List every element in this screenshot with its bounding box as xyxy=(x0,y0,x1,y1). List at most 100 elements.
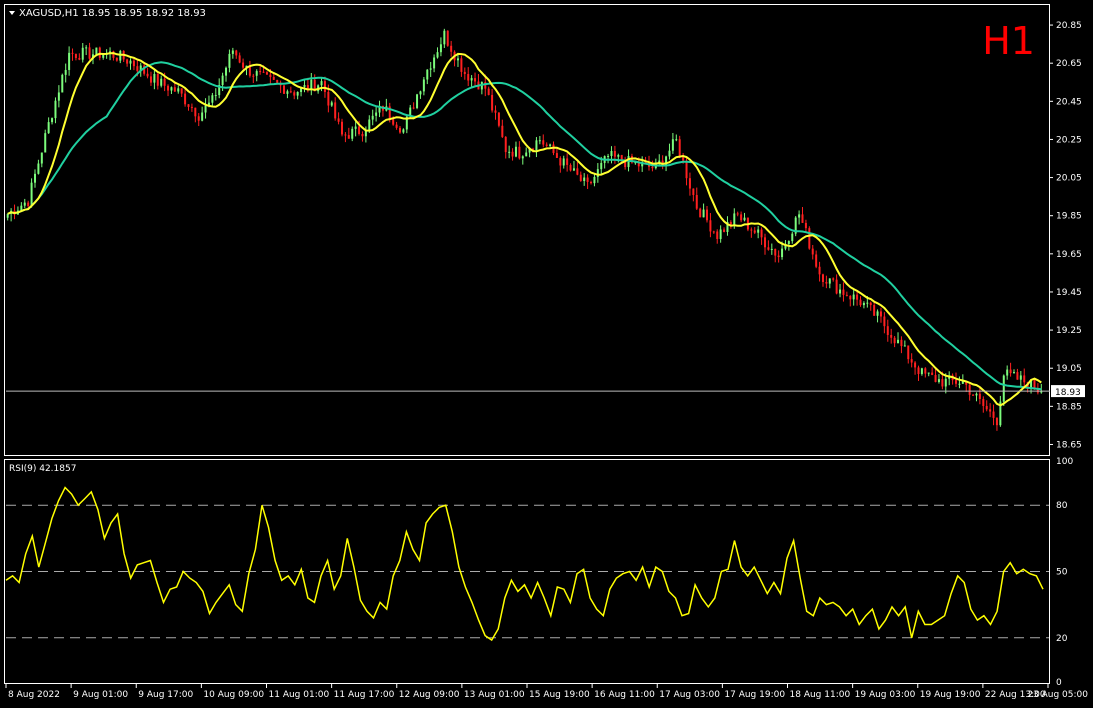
candle-body[interactable] xyxy=(470,78,473,81)
candle-body[interactable] xyxy=(760,229,763,238)
price-pane[interactable] xyxy=(6,28,1050,431)
candle-body[interactable] xyxy=(995,417,998,426)
candle-body[interactable] xyxy=(593,176,596,184)
candle-body[interactable] xyxy=(723,229,726,232)
candle-body[interactable] xyxy=(74,53,77,58)
candle-body[interactable] xyxy=(733,213,736,225)
candle-body[interactable] xyxy=(149,76,152,83)
candle-body[interactable] xyxy=(757,229,760,233)
candle-body[interactable] xyxy=(924,368,927,374)
chart-canvas[interactable]: 18.93 20.85 20.65 20.45 20.25 20.05 19.85 19.65… xyxy=(0,0,1093,708)
candle-body[interactable] xyxy=(613,151,616,157)
candle-body[interactable] xyxy=(982,398,985,406)
slow-ma-line[interactable] xyxy=(7,61,1042,391)
candle-body[interactable] xyxy=(327,91,330,106)
candle-body[interactable] xyxy=(804,222,807,229)
candle-body[interactable] xyxy=(815,254,818,267)
candle-body[interactable] xyxy=(538,140,541,142)
candle-body[interactable] xyxy=(467,74,470,81)
candle-body[interactable] xyxy=(334,102,337,119)
candle-body[interactable] xyxy=(521,156,524,159)
candle-body[interactable] xyxy=(293,92,296,96)
candle-body[interactable] xyxy=(354,126,357,129)
candle-body[interactable] xyxy=(941,379,944,387)
candle-body[interactable] xyxy=(781,248,784,258)
candle-body[interactable] xyxy=(883,316,886,327)
candle-body[interactable] xyxy=(869,302,872,306)
candle-body[interactable] xyxy=(1002,375,1005,402)
candle-body[interactable] xyxy=(402,129,405,133)
candle-body[interactable] xyxy=(419,91,422,95)
candle-body[interactable] xyxy=(1006,369,1009,376)
candle-body[interactable] xyxy=(716,231,719,239)
candle-body[interactable] xyxy=(30,182,33,207)
candle-body[interactable] xyxy=(879,311,882,317)
candle-body[interactable] xyxy=(504,136,507,153)
candle-body[interactable] xyxy=(265,72,268,75)
candle-body[interactable] xyxy=(934,374,937,383)
candle-body[interactable] xyxy=(876,311,879,316)
candle-body[interactable] xyxy=(156,73,159,86)
candle-body[interactable] xyxy=(173,87,176,92)
candle-body[interactable] xyxy=(276,79,279,83)
candle-body[interactable] xyxy=(579,174,582,181)
menu-triangle-icon[interactable] xyxy=(9,11,15,15)
candle-body[interactable] xyxy=(344,134,347,136)
candle-body[interactable] xyxy=(85,47,88,49)
candle-body[interactable] xyxy=(426,69,429,80)
candle-body[interactable] xyxy=(944,378,947,387)
candle-body[interactable] xyxy=(607,156,610,158)
candle-body[interactable] xyxy=(47,122,50,134)
candle-body[interactable] xyxy=(862,302,865,306)
candle-body[interactable] xyxy=(487,88,490,95)
candle-body[interactable] xyxy=(337,118,340,122)
candle-body[interactable] xyxy=(51,118,54,123)
candle-body[interactable] xyxy=(78,57,81,60)
candle-body[interactable] xyxy=(893,337,896,344)
candle-body[interactable] xyxy=(989,409,992,412)
candle-body[interactable] xyxy=(180,88,183,94)
candle-body[interactable] xyxy=(671,139,674,151)
candle-body[interactable] xyxy=(323,81,326,92)
candle-body[interactable] xyxy=(719,229,722,239)
candle-body[interactable] xyxy=(1023,375,1026,383)
candle-body[interactable] xyxy=(235,50,238,56)
candle-body[interactable] xyxy=(937,379,940,383)
candle-body[interactable] xyxy=(886,326,889,335)
candle-body[interactable] xyxy=(825,281,828,284)
candle-body[interactable] xyxy=(23,202,26,206)
candle-body[interactable] xyxy=(375,112,378,116)
candle-body[interactable] xyxy=(474,78,477,82)
candle-body[interactable] xyxy=(1016,372,1019,380)
candle-body[interactable] xyxy=(774,248,777,256)
candle-body[interactable] xyxy=(678,139,681,157)
candle-body[interactable] xyxy=(422,79,425,92)
candle-body[interactable] xyxy=(416,94,419,108)
candle-body[interactable] xyxy=(436,52,439,58)
candle-body[interactable] xyxy=(61,74,64,93)
candle-body[interactable] xyxy=(283,85,286,94)
candle-body[interactable] xyxy=(497,112,500,126)
candle-body[interactable] xyxy=(705,209,708,221)
candle-body[interactable] xyxy=(460,58,463,72)
candle-body[interactable] xyxy=(160,78,163,86)
candle-body[interactable] xyxy=(136,66,139,72)
candle-body[interactable] xyxy=(740,214,743,221)
candle-body[interactable] xyxy=(64,69,67,75)
candle-body[interactable] xyxy=(1009,369,1012,374)
candle-body[interactable] xyxy=(484,82,487,89)
candle-body[interactable] xyxy=(252,75,255,77)
candle-body[interactable] xyxy=(221,75,224,85)
candle-body[interactable] xyxy=(702,209,705,218)
candle-body[interactable] xyxy=(368,119,371,131)
candle-body[interactable] xyxy=(685,160,688,179)
candle-body[interactable] xyxy=(821,274,824,282)
candle-body[interactable] xyxy=(71,52,74,54)
candle-body[interactable] xyxy=(115,57,118,61)
candle-body[interactable] xyxy=(566,158,569,165)
candle-body[interactable] xyxy=(859,299,862,306)
candle-body[interactable] xyxy=(753,230,756,233)
candle-body[interactable] xyxy=(811,248,814,255)
candle-body[interactable] xyxy=(347,135,350,139)
candle-body[interactable] xyxy=(443,30,446,45)
